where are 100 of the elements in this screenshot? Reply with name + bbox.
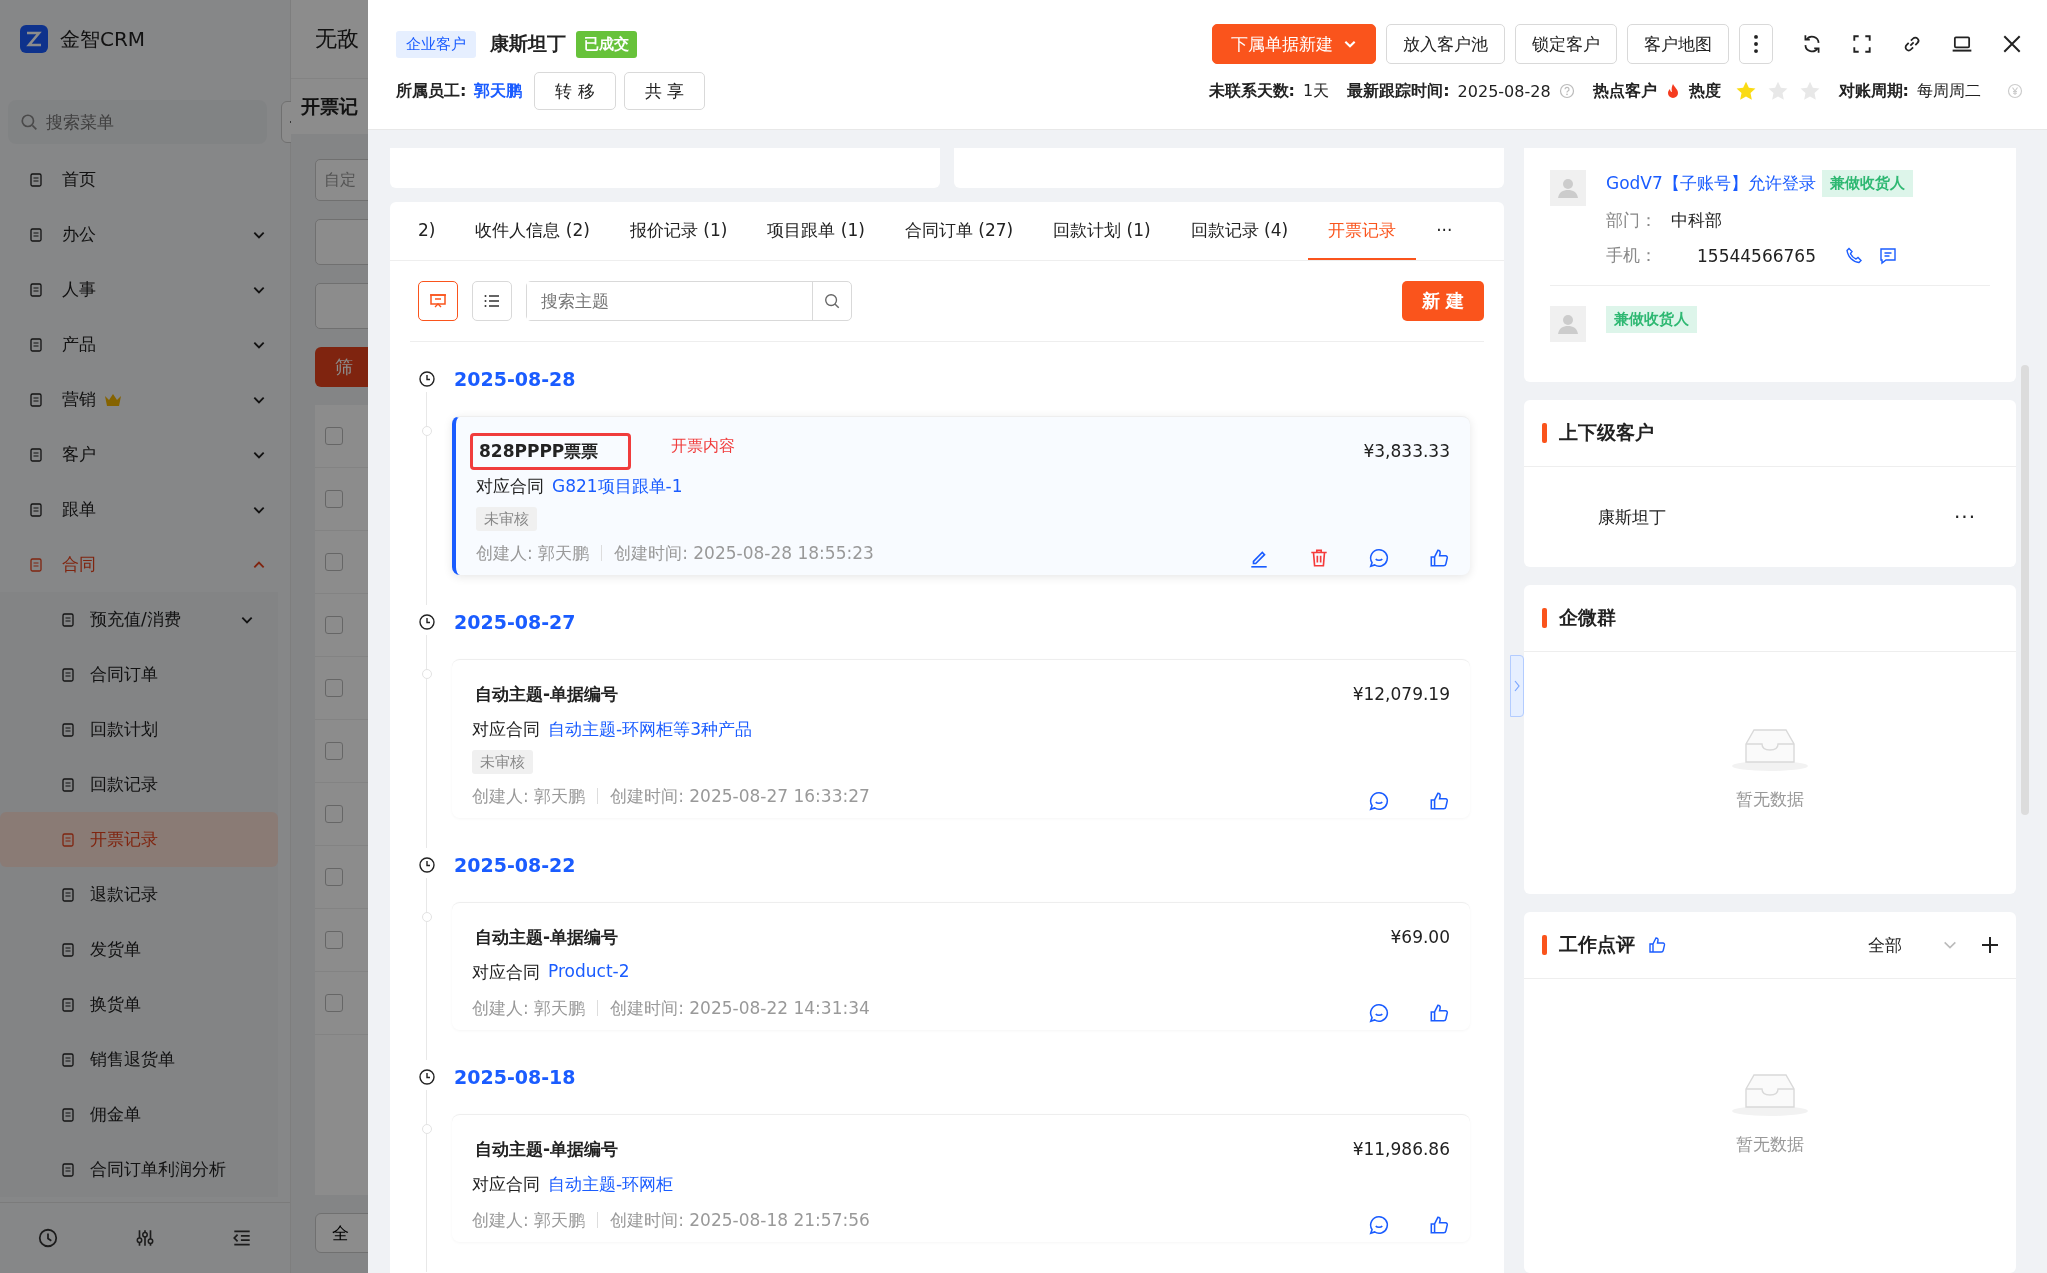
thumbs-up-icon[interactable] bbox=[1428, 1214, 1450, 1236]
thumbs-up-icon[interactable] bbox=[1428, 547, 1450, 569]
sliders-icon[interactable] bbox=[134, 1227, 156, 1249]
invoice-record-card[interactable]: 828PPPP票票 开票内容 ¥3,833.33 对应合同 G821项目跟单-1 未审核 创建人: 郭天鹏 创建时间: 2025-08-28 18:55:23 bbox=[452, 416, 1470, 575]
row-checkbox[interactable] bbox=[325, 994, 343, 1012]
comment-icon[interactable] bbox=[1368, 790, 1390, 812]
related-customer-name[interactable]: 康斯坦丁 bbox=[1598, 505, 1666, 529]
owner-action-button[interactable]: 共 享 bbox=[623, 72, 706, 110]
phone-icon[interactable] bbox=[1844, 245, 1864, 266]
delete-icon[interactable] bbox=[1308, 547, 1330, 569]
sidebar-subitem[interactable]: 发货单 bbox=[0, 922, 278, 977]
row-checkbox[interactable] bbox=[325, 805, 343, 823]
more-button[interactable]: ··· bbox=[1953, 505, 1976, 529]
owner-link[interactable]: 郭天鹏 bbox=[474, 80, 523, 102]
list-view-button[interactable] bbox=[472, 281, 512, 321]
clock-icon bbox=[418, 856, 436, 874]
contract-label: 对应合同 bbox=[472, 961, 540, 984]
sidebar-subitem[interactable]: 换货单 bbox=[0, 977, 278, 1032]
sidebar-subitem[interactable]: 合同订单利润分析 bbox=[0, 1142, 278, 1197]
tab[interactable]: 开票记录 bbox=[1308, 202, 1417, 260]
invoice-record-card[interactable]: 自动主题-单据编号 ¥12,079.19 对应合同 自动主题-环网柜等3种产品 未审核 创建人: 郭天鹏 创建时间: 2025-08-27 16:33:27 bbox=[452, 659, 1470, 818]
sidebar-subitem[interactable]: 佣金单 bbox=[0, 1087, 278, 1142]
tab[interactable]: 收件人信息 (2) bbox=[455, 202, 610, 260]
scrollbar[interactable] bbox=[2021, 365, 2029, 815]
thumbs-up-icon[interactable] bbox=[1647, 935, 1667, 956]
invoice-record-card[interactable]: 自动主题-单据编号 ¥69.00 对应合同 Product-2 创建人: 郭天鹏 创建时间: 2025-08-22 14:31:34 bbox=[452, 902, 1470, 1030]
timeline-date: 2025-08-18 bbox=[454, 1066, 576, 1088]
last-follow-date: 2025-08-28 bbox=[1457, 81, 1551, 101]
message-icon[interactable] bbox=[1878, 245, 1898, 266]
contract-link[interactable]: G821项目跟单-1 bbox=[552, 475, 683, 498]
row-checkbox[interactable] bbox=[325, 868, 343, 886]
tab[interactable]: 回款计划 (1) bbox=[1033, 202, 1171, 260]
contract-label: 对应合同 bbox=[472, 1173, 540, 1196]
plus-icon[interactable] bbox=[1980, 935, 2000, 956]
contact-name-link[interactable]: GodV7【子账号】允许登录 bbox=[1606, 172, 1816, 195]
sidebar-subitem[interactable]: 退款记录 bbox=[0, 867, 278, 922]
subject-search-box[interactable]: 搜索主题 bbox=[526, 281, 852, 321]
history-icon[interactable] bbox=[37, 1227, 60, 1249]
owner-label: 所属员工: bbox=[396, 80, 467, 102]
row-checkbox[interactable] bbox=[325, 742, 343, 760]
sidebar-item[interactable]: 办公 bbox=[0, 207, 290, 262]
more-button[interactable] bbox=[1739, 24, 1773, 64]
menu-search-field[interactable]: 搜索菜单 bbox=[8, 100, 267, 144]
sidebar-item[interactable]: 客户 bbox=[0, 427, 290, 482]
comment-icon[interactable] bbox=[1368, 547, 1390, 569]
sidebar-item[interactable]: 产品 bbox=[0, 317, 290, 372]
sidebar-subitem[interactable]: 回款记录 bbox=[0, 757, 278, 812]
row-checkbox[interactable] bbox=[325, 490, 343, 508]
chevron-icon bbox=[1513, 678, 1521, 694]
sidebar-subitem[interactable]: 预充值/消费 bbox=[0, 592, 278, 647]
department-value: 中科部 bbox=[1671, 209, 1722, 232]
owner-action-button[interactable]: 转 移 bbox=[534, 72, 616, 110]
tab[interactable]: 2) bbox=[398, 202, 456, 260]
contract-link[interactable]: Product-2 bbox=[548, 961, 630, 984]
document-icon bbox=[60, 1106, 76, 1123]
contract-link[interactable]: 自动主题-环网柜等3种产品 bbox=[548, 718, 752, 741]
document-icon bbox=[28, 446, 44, 463]
sidebar-item[interactable]: 跟单 bbox=[0, 482, 290, 537]
sidebar-item[interactable]: 营销 bbox=[0, 372, 290, 427]
close-icon[interactable] bbox=[2001, 33, 2023, 55]
sidebar-subitem[interactable]: 销售退货单 bbox=[0, 1032, 278, 1087]
document-icon bbox=[28, 171, 44, 188]
tab[interactable]: 回款记录 (4) bbox=[1170, 202, 1309, 260]
new-button[interactable]: 新 建 bbox=[1401, 281, 1484, 321]
document-icon bbox=[60, 721, 76, 738]
row-checkbox[interactable] bbox=[325, 553, 343, 571]
receiver-tag: 兼做收货人 bbox=[1606, 306, 1697, 333]
tab[interactable]: 项目跟单 (1) bbox=[747, 202, 885, 260]
sidebar-item[interactable]: 首页 bbox=[0, 152, 290, 207]
row-checkbox[interactable] bbox=[325, 616, 343, 634]
card-view-button[interactable] bbox=[418, 281, 458, 321]
thumbs-up-icon[interactable] bbox=[1428, 790, 1450, 812]
more-tabs-button[interactable]: ··· bbox=[1424, 202, 1465, 260]
row-checkbox[interactable] bbox=[325, 679, 343, 697]
thumbs-up-icon[interactable] bbox=[1428, 1002, 1450, 1024]
sidebar-subitem[interactable]: 回款计划 bbox=[0, 702, 278, 757]
timeline-node-dot bbox=[422, 426, 432, 436]
tab[interactable]: 报价记录 (1) bbox=[609, 202, 748, 260]
timeline-node-dot bbox=[422, 1124, 432, 1134]
uncontacted-label: 未联系天数: bbox=[1208, 80, 1295, 102]
row-checkbox[interactable] bbox=[325, 427, 343, 445]
header-action-button[interactable]: 客户地图 bbox=[1627, 24, 1729, 64]
comment-icon[interactable] bbox=[1368, 1002, 1390, 1024]
sidebar-subitem[interactable]: 合同订单 bbox=[0, 647, 278, 702]
document-icon bbox=[60, 996, 76, 1013]
invoice-record-card[interactable]: 自动主题-单据编号 ¥11,986.86 对应合同 自动主题-环网柜 创建人: 郭天鹏 创建时间: 2025-08-18 21:57:56 bbox=[452, 1114, 1470, 1242]
review-filter-select[interactable]: 全部 bbox=[1868, 933, 1958, 957]
sidebar-item[interactable]: 人事 bbox=[0, 262, 290, 317]
new-document-button[interactable]: 下属单据新建 bbox=[1212, 24, 1376, 64]
fullscreen-icon[interactable] bbox=[1851, 33, 1873, 55]
header-action-button[interactable]: 锁定客户 bbox=[1515, 24, 1617, 64]
collapse-handle[interactable] bbox=[1510, 655, 1524, 717]
tab[interactable]: 合同订单 (27) bbox=[884, 202, 1034, 260]
sidebar-item[interactable]: 合同 bbox=[0, 537, 290, 592]
header-action-button[interactable]: 放入客户池 bbox=[1386, 24, 1505, 64]
comment-icon[interactable] bbox=[1368, 1214, 1390, 1236]
invoice-amount: ¥69.00 bbox=[1390, 927, 1450, 947]
row-checkbox[interactable] bbox=[325, 931, 343, 949]
invoice-title: 828PPPP票票 bbox=[470, 432, 632, 470]
contract-link[interactable]: 自动主题-环网柜 bbox=[548, 1173, 674, 1196]
